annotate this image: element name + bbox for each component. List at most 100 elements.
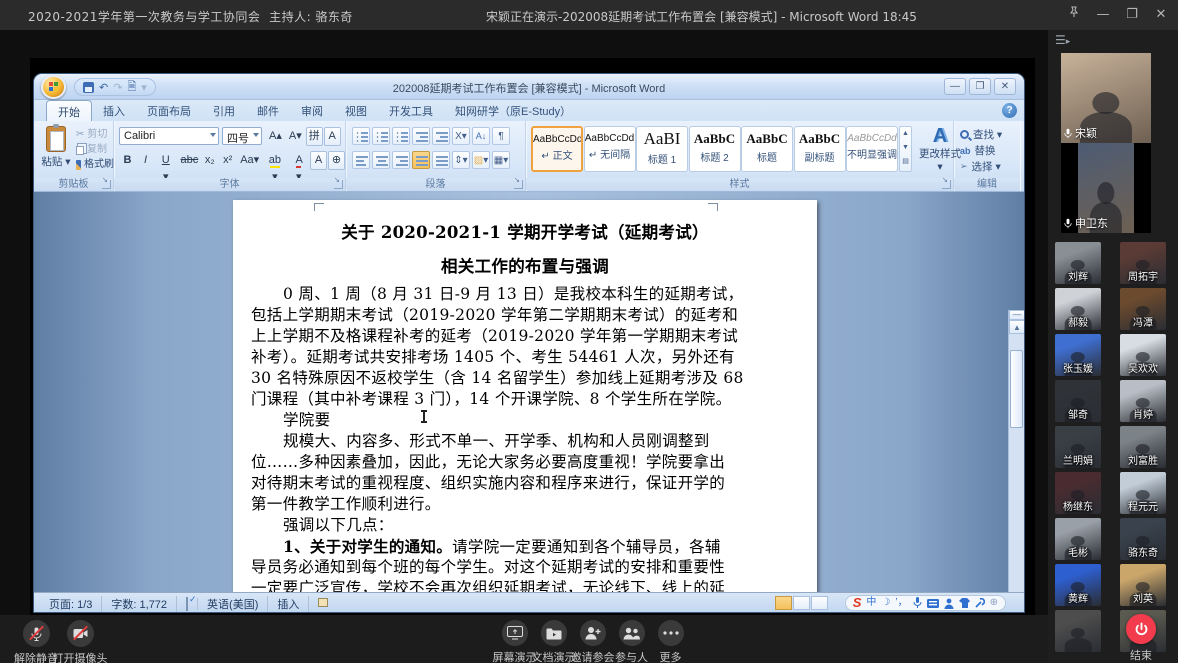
web-layout-view-button[interactable] [811, 596, 828, 610]
subscript-button[interactable]: x₂ [201, 151, 218, 170]
decrease-indent-button[interactable] [412, 127, 430, 145]
word-count[interactable]: 字数: 1,772 [102, 596, 177, 612]
sort-button[interactable]: A↓ [472, 127, 490, 145]
ime-account-icon[interactable] [944, 598, 954, 609]
bold-button[interactable]: B [119, 151, 136, 170]
highlight-button[interactable]: ab ▾ [262, 151, 288, 170]
document-area[interactable]: 关于 2020-2021-1 学期开学考试（延期考试）相关工作的布置与强调0 周… [34, 192, 1024, 592]
participant-tile[interactable] [1055, 610, 1101, 652]
word-restore-button[interactable]: ❐ [969, 78, 991, 95]
clipboard-dialog-launcher[interactable] [102, 180, 111, 189]
asian-layout-button[interactable]: X▾ [452, 127, 470, 145]
increase-indent-button[interactable] [432, 127, 450, 145]
distributed-button[interactable] [432, 151, 450, 169]
multilevel-list-button[interactable] [392, 127, 410, 145]
participant-tile-刘富胜[interactable]: 刘富胜 [1120, 426, 1166, 468]
ribbon-tab-6[interactable]: 审阅 [290, 100, 334, 121]
ribbon-tab-7[interactable]: 视图 [334, 100, 378, 121]
collapse-sidebar-icon[interactable]: ☰▸ [1055, 33, 1070, 47]
print-layout-view-button[interactable] [775, 596, 792, 610]
replace-button[interactable]: ab替换 [960, 143, 996, 158]
participant-tile-张玉媛[interactable]: 张玉媛 [1055, 334, 1101, 376]
styles-gallery-scroll[interactable]: ▲▼▤ [899, 126, 912, 172]
participant-tile-郝毅[interactable]: 郝毅 [1055, 288, 1101, 330]
select-button[interactable]: ➢选择 ▾ [960, 159, 1001, 174]
shading-button[interactable]: ▨▾ [472, 151, 490, 169]
font-color-button[interactable]: A ▾ [289, 151, 309, 170]
styles-dialog-launcher[interactable] [942, 180, 951, 189]
ime-voice-icon[interactable] [913, 597, 922, 609]
minimize-button[interactable]: — [1096, 7, 1110, 22]
ribbon-tab-2[interactable]: 插入 [92, 100, 136, 121]
underline-button[interactable]: U ▾ [155, 151, 177, 170]
italic-button[interactable]: I [137, 151, 154, 170]
featured-video-宋颖[interactable]: 宋颖 [1061, 53, 1151, 143]
style-tile-正文[interactable]: AaBbCcDd↵ 正文 [531, 126, 583, 172]
participant-tile-冯潭[interactable]: 冯潭 [1120, 288, 1166, 330]
macro-record-icon[interactable] [309, 598, 337, 610]
enclose-char-button[interactable]: ⊕ [328, 151, 345, 170]
paste-button[interactable]: 粘贴 ▾ [39, 126, 73, 174]
ribbon-tab-4[interactable]: 引用 [202, 100, 246, 121]
word-close-button[interactable]: ✕ [994, 78, 1016, 95]
participant-tile-肖婷[interactable]: 肖婷 [1120, 380, 1166, 422]
participant-tile-黄辉[interactable]: 黄辉 [1055, 564, 1101, 606]
style-tile-不明显强调[interactable]: AaBbCcDd不明显强调 [846, 126, 898, 172]
scrollbar-thumb[interactable] [1010, 350, 1023, 428]
grow-font-button[interactable]: A▴ [266, 127, 285, 146]
participant-tile-兰明娟[interactable]: 兰明娟 [1055, 426, 1101, 468]
ime-logo[interactable]: S [853, 596, 862, 610]
close-button[interactable]: ✕ [1154, 7, 1168, 22]
copy-button[interactable]: 复制 [76, 142, 114, 157]
scroll-up-button[interactable]: ▲ [1009, 320, 1024, 334]
style-tile-标题 1[interactable]: AaBI标题 1 [636, 126, 688, 172]
font-dialog-launcher[interactable] [334, 180, 343, 189]
pinyin-guide-button[interactable]: 拼 [306, 127, 323, 146]
participant-tile-毛彬[interactable]: 毛彬 [1055, 518, 1101, 560]
style-tile-副标题[interactable]: AaBbC副标题 [794, 126, 846, 172]
participants-button[interactable]: 参与人 [613, 620, 650, 663]
char-border-button[interactable]: A [324, 127, 341, 146]
shrink-font-button[interactable]: A▾ [286, 127, 305, 146]
participant-tile-刘辉[interactable]: 刘辉 [1055, 242, 1101, 284]
spellcheck-status[interactable] [177, 598, 198, 610]
show-marks-button[interactable]: ¶ [492, 127, 510, 145]
align-right-button[interactable] [392, 151, 410, 169]
change-case-button[interactable]: Aa▾ [237, 151, 261, 170]
restore-button[interactable]: ❐ [1125, 7, 1139, 22]
font-name-combo[interactable]: Calibri [119, 127, 219, 145]
participant-tile-杨继东[interactable]: 杨继东 [1055, 472, 1101, 514]
align-left-button[interactable] [352, 151, 370, 169]
help-icon[interactable]: ? [1002, 103, 1017, 118]
find-button[interactable]: 查找 ▾ [960, 127, 1002, 142]
cut-button[interactable]: 剪切 [76, 127, 114, 142]
participant-tile-程元元[interactable]: 程元元 [1120, 472, 1166, 514]
ime-language-icon[interactable]: 中 [866, 596, 876, 610]
bullets-button[interactable] [352, 127, 370, 145]
word-minimize-button[interactable]: — [944, 78, 966, 95]
end-meeting-button[interactable] [1126, 614, 1156, 644]
style-tile-无间隔[interactable]: AaBbCcDd↵ 无间隔 [584, 126, 636, 172]
align-center-button[interactable] [372, 151, 390, 169]
ime-punctuation-icon[interactable]: ’， [895, 596, 907, 610]
invite-button[interactable]: 邀请参会 [574, 620, 611, 663]
ime-keyboard-icon[interactable] [927, 599, 939, 608]
participant-tile-吴欢欢[interactable]: 吴欢欢 [1120, 334, 1166, 376]
document-page[interactable]: 关于 2020-2021-1 学期开学考试（延期考试）相关工作的布置与强调0 周… [233, 200, 817, 592]
justify-button[interactable] [412, 151, 430, 169]
ribbon-tab-1[interactable]: 开始 [46, 100, 92, 121]
pin-icon[interactable] [1067, 6, 1081, 22]
doc-share-button[interactable]: 文档演示 [535, 620, 572, 663]
paragraph-dialog-launcher[interactable] [514, 180, 523, 189]
style-tile-标题[interactable]: AaBbC标题 [741, 126, 793, 172]
line-spacing-button[interactable]: ⇕▾ [452, 151, 470, 169]
participant-tile-刘英[interactable]: 刘英 [1120, 564, 1166, 606]
ribbon-tab-3[interactable]: 页面布局 [136, 100, 202, 121]
ime-fullhalf-icon[interactable]: ☽ [881, 596, 890, 610]
more-button[interactable]: 更多 [652, 620, 689, 663]
featured-video-申卫东[interactable]: 申卫东 [1061, 143, 1151, 233]
numbering-button[interactable] [372, 127, 390, 145]
split-handle-icon[interactable]: — [1009, 310, 1024, 320]
format-painter-button[interactable]: 格式刷 [76, 157, 114, 172]
style-tile-标题 2[interactable]: AaBbC标题 2 [689, 126, 741, 172]
